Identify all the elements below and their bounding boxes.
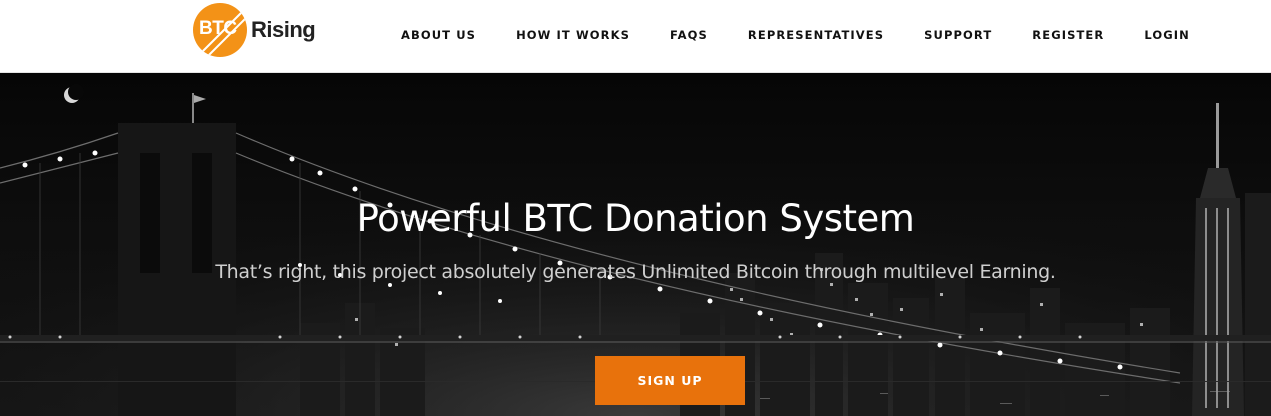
hero-subtitle: That’s right, this project absolutely ge… [215, 261, 1056, 283]
logo-wordmark: Rising [251, 17, 316, 42]
hero-section: Powerful BTC Donation System That’s righ… [0, 73, 1271, 416]
nav-support[interactable]: SUPPORT [924, 28, 992, 42]
btc-logo-icon: BTC [193, 3, 247, 57]
logo-mark-text: BTC [199, 18, 237, 39]
site-logo[interactable]: BTC Rising [193, 3, 316, 57]
hero-title: Powerful BTC Donation System [356, 197, 915, 240]
top-navbar: BTC Rising ABOUT US HOW IT WORKS FAQS RE… [0, 0, 1271, 73]
nav-login[interactable]: LOGIN [1144, 28, 1190, 42]
main-nav: ABOUT US HOW IT WORKS FAQS REPRESENTATIV… [401, 28, 1190, 42]
nav-about-us[interactable]: ABOUT US [401, 28, 476, 42]
nav-how-it-works[interactable]: HOW IT WORKS [516, 28, 630, 42]
nav-register[interactable]: REGISTER [1032, 28, 1104, 42]
sign-up-button[interactable]: SIGN UP [595, 356, 745, 405]
nav-representatives[interactable]: REPRESENTATIVES [748, 28, 884, 42]
nav-faqs[interactable]: FAQS [670, 28, 708, 42]
